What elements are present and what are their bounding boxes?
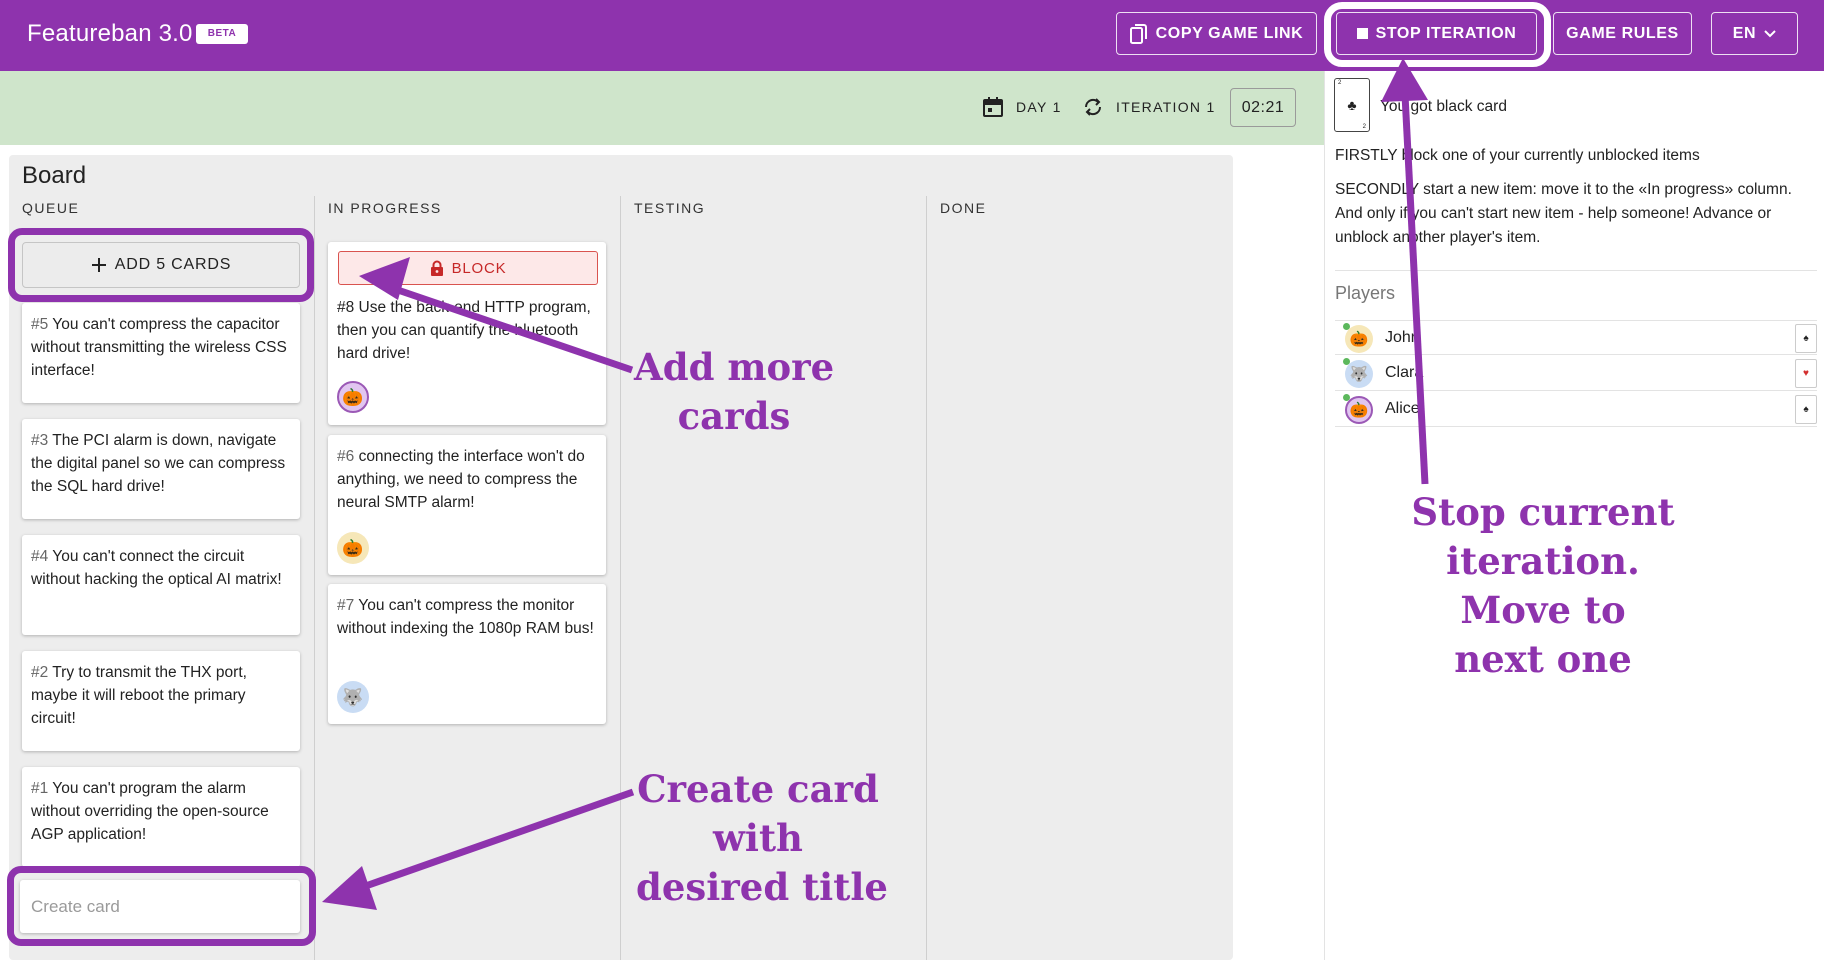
iteration-timer: 02:21 xyxy=(1230,88,1296,127)
annotation-highlight-add-cards xyxy=(8,228,314,302)
annotation-highlight-stop-iteration xyxy=(1324,2,1551,67)
copy-game-link-button[interactable]: COPY GAME LINK xyxy=(1116,12,1317,55)
queue-card[interactable]: #1 You can't program the alarm without o… xyxy=(22,767,300,867)
online-status-dot xyxy=(1343,323,1350,330)
pumpkin-avatar-icon: 🎃 xyxy=(337,532,369,564)
playing-card-icon: 2 ♣ 2 xyxy=(1334,78,1370,132)
card-number: #6 xyxy=(337,448,355,465)
card-number: #2 xyxy=(31,664,49,681)
column-divider xyxy=(620,196,621,960)
game-rules-label: GAME RULES xyxy=(1566,24,1679,42)
player-row: 🐺 Clara ♥ xyxy=(1335,356,1817,391)
card-suit: ♣ xyxy=(1347,97,1357,113)
online-status-dot xyxy=(1343,394,1350,401)
column-divider xyxy=(926,196,927,960)
player-name: Clara xyxy=(1385,364,1424,381)
player-name: Alice xyxy=(1385,400,1420,417)
annotation-line: desired title xyxy=(636,865,888,909)
annotation-line: next one xyxy=(1454,637,1632,681)
card-text: You can't connect the circuit without ha… xyxy=(31,548,282,588)
card-number: #1 xyxy=(31,780,49,797)
in-progress-card[interactable]: #6 connecting the interface won't do any… xyxy=(328,435,606,575)
lock-icon xyxy=(430,260,443,276)
copy-game-link-label: COPY GAME LINK xyxy=(1155,24,1304,42)
annotation-line: with xyxy=(713,816,803,860)
player-row: 🎃 John ♠ xyxy=(1335,320,1817,355)
player-card-icon: ♠ xyxy=(1795,395,1817,424)
player-card-icon: ♠ xyxy=(1795,324,1817,353)
secondly-instruction: SECONDLY start a new item: move it to th… xyxy=(1335,181,1792,246)
app-title: Featureban 3.0 xyxy=(27,20,193,47)
calendar-icon xyxy=(983,97,1003,117)
firstly-instruction: FIRSTLY block one of your currently unbl… xyxy=(1335,147,1700,164)
player-row: 🎃 Alice ♠ xyxy=(1335,392,1817,427)
queue-card[interactable]: #4 You can't connect the circuit without… xyxy=(22,535,300,635)
annotation-create-card: Create card with desired title xyxy=(636,765,888,912)
pumpkin-avatar-icon: 🎃 xyxy=(1345,325,1373,353)
player-name: John xyxy=(1385,329,1420,346)
card-text: The PCI alarm is down, navigate the digi… xyxy=(31,432,286,495)
queue-card[interactable]: #3 The PCI alarm is down, navigate the d… xyxy=(22,419,300,519)
queue-card[interactable]: #5 You can't compress the capacitor with… xyxy=(22,303,300,403)
card-text: You can't compress the capacitor without… xyxy=(31,316,287,379)
card-text: You can't program the alarm without over… xyxy=(31,780,269,843)
card-number: #4 xyxy=(31,548,49,565)
language-select[interactable]: EN xyxy=(1711,12,1798,55)
pumpkin-avatar-icon: 🎃 xyxy=(337,381,369,413)
pumpkin-avatar-icon: 🎃 xyxy=(1345,396,1373,424)
queue-card[interactable]: #2 Try to transmit the THX port, maybe i… xyxy=(22,651,300,751)
chevron-down-icon xyxy=(1764,29,1776,37)
column-divider xyxy=(314,196,315,960)
online-status-dot xyxy=(1343,358,1350,365)
block-button[interactable]: BLOCK xyxy=(338,251,598,285)
players-title: Players xyxy=(1335,283,1396,303)
wolf-avatar-icon: 🐺 xyxy=(337,681,369,713)
block-label: BLOCK xyxy=(451,259,507,277)
column-header-testing: TESTING xyxy=(634,200,706,216)
annotation-stop-iteration: Stop current iteration. Move to next one xyxy=(1400,488,1686,684)
iteration-indicator: ITERATION 1 xyxy=(1082,96,1216,118)
board-title: Board xyxy=(22,162,87,189)
card-number: #5 xyxy=(31,316,49,333)
card-text: connecting the interface won't do anythi… xyxy=(337,448,585,511)
beta-badge: BETA xyxy=(196,24,248,44)
annotation-line: Create card xyxy=(637,767,879,811)
day-indicator: DAY 1 xyxy=(982,96,1062,118)
card-text: You can't compress the monitor without i… xyxy=(337,597,594,637)
column-header-done: DONE xyxy=(940,200,987,216)
column-header-in-progress: IN PROGRESS xyxy=(328,200,442,216)
divider xyxy=(1335,270,1817,271)
refresh-icon xyxy=(1084,98,1102,116)
annotation-highlight-create-card xyxy=(7,866,316,946)
card-message: You got black card xyxy=(1380,98,1507,115)
game-rules-button[interactable]: GAME RULES xyxy=(1553,12,1692,55)
card-number: #7 xyxy=(337,597,355,614)
game-status-bar: DAY 1 ITERATION 1 02:21 xyxy=(0,71,1324,145)
language-value: EN xyxy=(1732,24,1757,42)
annotation-add-more-cards: Add more cards xyxy=(634,343,834,441)
annotation-line: Move to xyxy=(1460,588,1626,632)
card-text: Try to transmit the THX port, maybe it w… xyxy=(31,664,247,727)
in-progress-card[interactable]: #7 You can't compress the monitor withou… xyxy=(328,584,606,724)
card-number: #3 xyxy=(31,432,49,449)
card-text: #8 Use the back-end HTTP program, then y… xyxy=(337,299,591,362)
wolf-avatar-icon: 🐺 xyxy=(1345,360,1373,388)
annotation-line: Add more xyxy=(634,345,835,389)
column-header-queue: QUEUE xyxy=(22,200,80,216)
player-card-icon: ♥ xyxy=(1795,359,1817,388)
copy-icon xyxy=(1129,23,1147,44)
annotation-line: Stop current xyxy=(1411,490,1675,534)
iteration-label: ITERATION 1 xyxy=(1116,99,1216,115)
annotation-line: iteration. xyxy=(1446,539,1640,583)
day-label: DAY 1 xyxy=(1016,99,1062,115)
annotation-line: cards xyxy=(677,394,791,438)
